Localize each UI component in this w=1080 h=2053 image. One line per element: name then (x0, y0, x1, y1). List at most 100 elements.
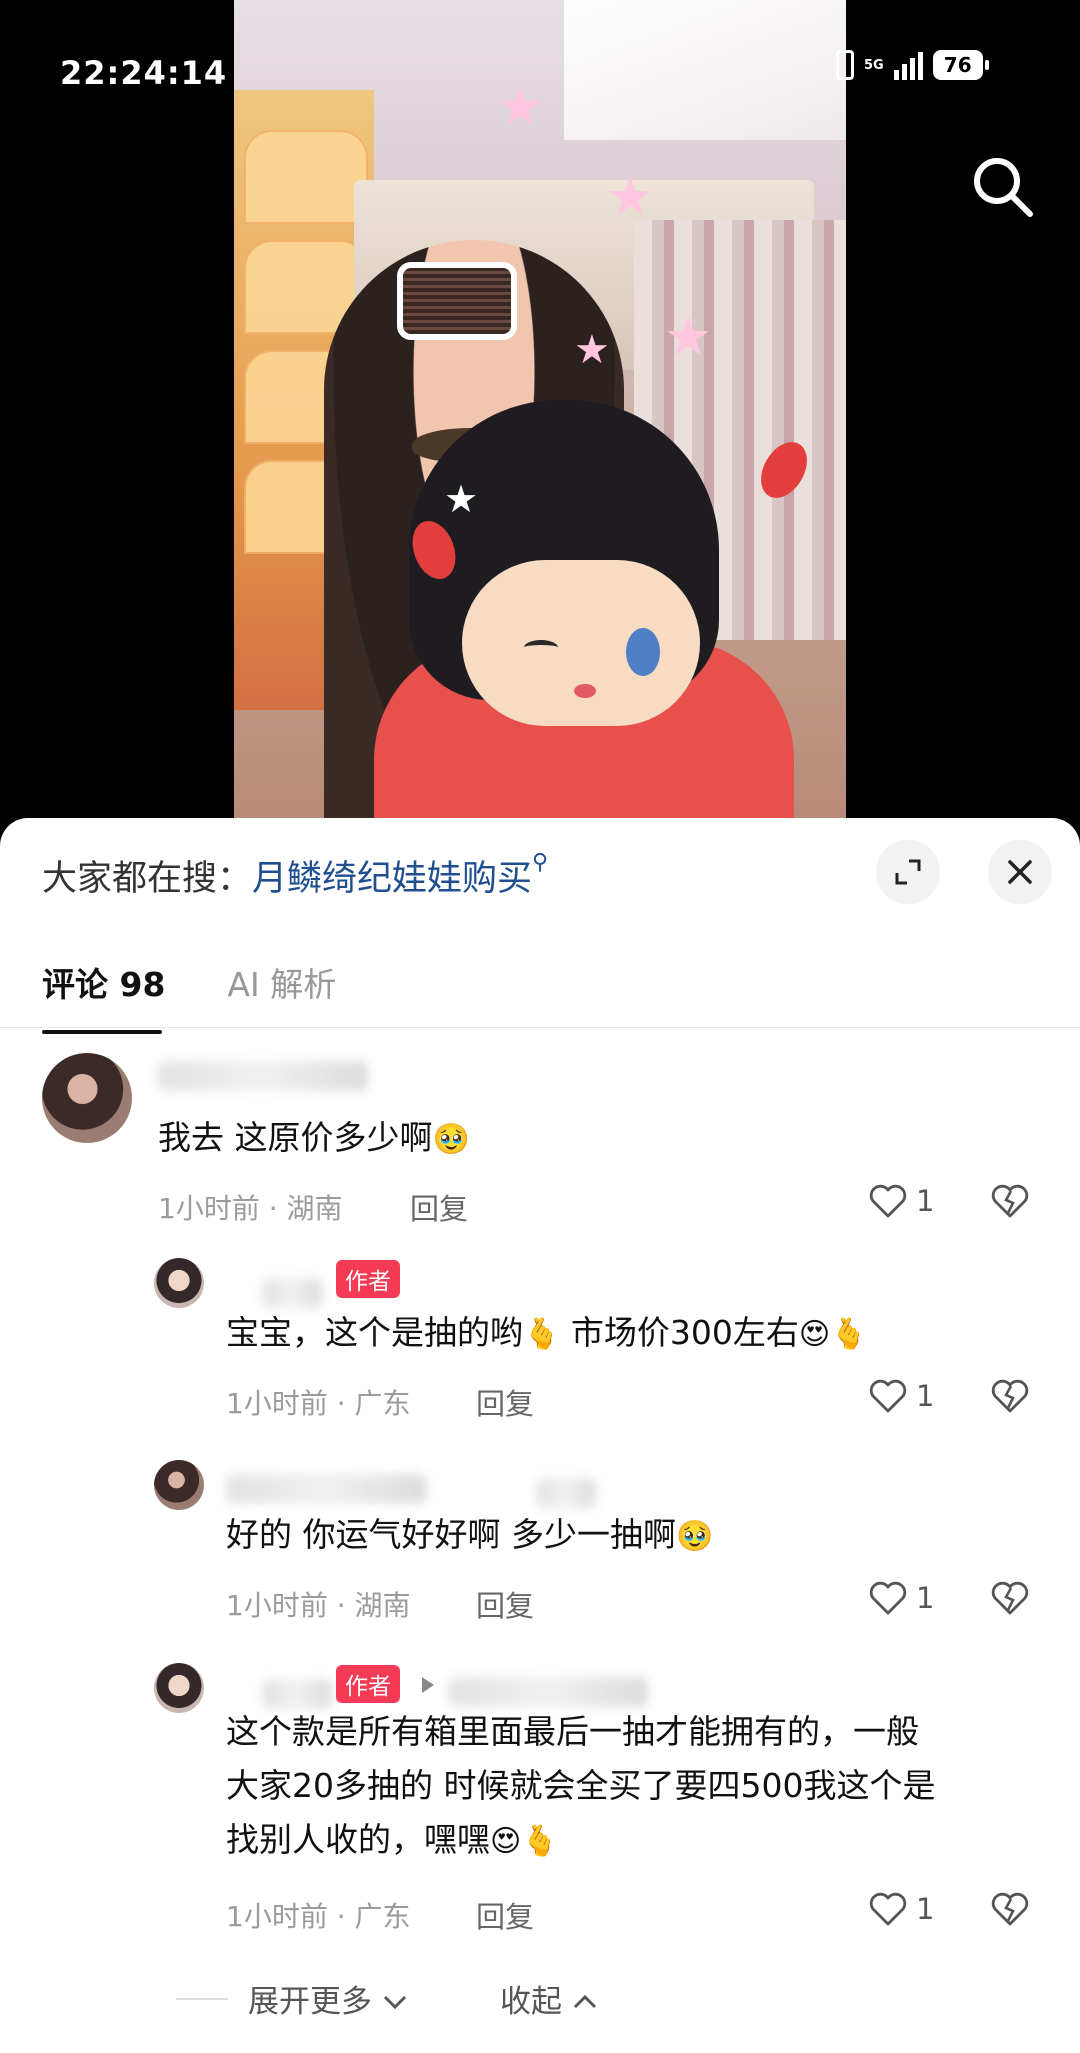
username-blurred[interactable] (262, 1278, 322, 1308)
expand-button[interactable] (876, 840, 940, 904)
expand-more-button[interactable]: 展开更多 (248, 1976, 408, 2021)
heart-icon (869, 1581, 907, 1615)
reply-button[interactable]: 回复 (476, 1381, 534, 1423)
heart-icon (869, 1184, 907, 1218)
status-time: 22:24:14 (60, 54, 228, 92)
battery-indicator: 76 (932, 50, 989, 80)
comment-text-body: 找别人收的，嘿嘿 (226, 1820, 490, 1859)
hot-search-link[interactable]: 月鳞绮纪娃娃购买 (252, 859, 532, 899)
video-doll-mouth (574, 684, 596, 698)
like-button[interactable]: 1 (868, 1891, 934, 1927)
collapse-label: 收起 (500, 1984, 562, 2020)
like-count: 1 (916, 1892, 935, 1926)
tabs-divider (0, 1027, 1080, 1028)
expand-icon (895, 859, 921, 885)
video-frame[interactable]: ★ ★ ★ ★ ★ (234, 0, 846, 820)
username-blurred[interactable] (536, 1478, 596, 1508)
tab-ai-analysis[interactable]: AI 解析 (227, 958, 336, 1034)
video-doll-eye (626, 628, 660, 676)
broken-heart-icon (991, 1581, 1029, 1615)
like-count: 1 (916, 1581, 935, 1615)
comment-text-body: 好的 你运气好好啊 多少一抽啊 (226, 1515, 676, 1554)
username-blurred[interactable] (158, 1061, 368, 1091)
like-button[interactable]: 1 (868, 1580, 934, 1616)
dislike-button[interactable] (990, 1378, 1030, 1418)
reply-button[interactable]: 回复 (476, 1583, 534, 1625)
dislike-button[interactable] (990, 1580, 1030, 1620)
replies-controls: 展开更多 收起 (0, 1976, 1080, 2026)
comment-meta: 1小时前 · 广东 (226, 1387, 411, 1420)
comment-text: 宝宝，这个是抽的哟🫰 市场价300左右😍🫰 (226, 1306, 867, 1362)
comment-text-line: 这个款是所有箱里面最后一抽才能拥有的，一般 (226, 1712, 919, 1751)
chevron-up-icon (573, 1994, 596, 2009)
comment-text-body: 我去 这原价多少啊 (158, 1118, 433, 1157)
broken-heart-icon (991, 1892, 1029, 1926)
avatar[interactable] (154, 1663, 204, 1713)
comment-text-line: 找别人收的，嘿嘿😍🫰 (226, 1813, 559, 1869)
teary-face-emoji-icon: 🥹 (675, 1519, 714, 1554)
video-ceiling (564, 0, 846, 140)
heart-icon (869, 1892, 907, 1926)
network-type: 5G (864, 57, 884, 73)
comment-tabs: 评论 98 AI 解析 (42, 958, 336, 1034)
comment-meta: 1小时前 · 广东 (226, 1900, 411, 1933)
video-doll-eye-wink (524, 640, 558, 655)
like-count: 1 (916, 1184, 935, 1218)
hot-search-prefix: 大家都在搜： (42, 859, 253, 899)
username-blurred[interactable] (448, 1677, 648, 1707)
expand-more-label: 展开更多 (248, 1984, 372, 2020)
video-hair-roller (397, 262, 517, 340)
reply-button[interactable]: 回复 (476, 1894, 534, 1936)
search-icon (974, 158, 1033, 217)
like-button[interactable]: 1 (868, 1183, 934, 1219)
comment-meta: 1小时前 · 湖南 (158, 1192, 343, 1225)
avatar[interactable] (42, 1053, 132, 1143)
dislike-button[interactable] (990, 1183, 1030, 1223)
author-badge: 作者 (336, 1665, 400, 1703)
username-blurred[interactable] (226, 1474, 426, 1504)
search-button[interactable] (968, 152, 1038, 222)
star-sticker-icon: ★ (606, 165, 655, 228)
heart-icon (869, 1379, 907, 1413)
finger-heart-emoji-icon: 🫰 (523, 1317, 561, 1352)
chevron-down-icon (383, 1995, 406, 2010)
author-badge: 作者 (336, 1260, 400, 1298)
comment-text-body-2: 市场价300左右 (560, 1313, 799, 1352)
avatar[interactable] (154, 1258, 204, 1308)
vibrate-icon (836, 50, 854, 80)
star-sticker-icon: ★ (444, 477, 479, 521)
star-sticker-icon: ★ (664, 305, 713, 368)
star-sticker-icon: ★ (574, 327, 610, 373)
search-small-icon: ⚲ (532, 850, 549, 875)
dislike-button[interactable] (990, 1891, 1030, 1931)
like-count: 1 (916, 1379, 935, 1413)
hot-search-bar: 大家都在搜：月鳞绮纪娃娃购买⚲ (42, 850, 548, 901)
comment-meta: 1小时前 · 湖南 (226, 1589, 411, 1622)
comment-text-body: 宝宝，这个是抽的哟 (226, 1313, 523, 1352)
video-doll-face (462, 560, 700, 726)
heart-eyes-emoji-icon: 😍 (490, 1824, 522, 1859)
tab-comments[interactable]: 评论 98 (42, 958, 165, 1034)
reply-arrow-icon (422, 1677, 434, 1693)
replies-divider (176, 1998, 228, 2000)
broken-heart-icon (991, 1184, 1029, 1218)
close-button[interactable] (988, 840, 1052, 904)
collapse-button[interactable]: 收起 (500, 1976, 598, 2021)
close-icon (1008, 860, 1032, 884)
status-icons: 5G 76 (836, 50, 989, 80)
comment-text: 好的 你运气好好啊 多少一抽啊🥹 (226, 1508, 713, 1564)
finger-heart-emoji-icon: 🫰 (830, 1317, 868, 1352)
comment-text: 我去 这原价多少啊🥹 (158, 1111, 470, 1167)
teary-face-emoji-icon: 🥹 (432, 1122, 470, 1157)
heart-eyes-emoji-icon: 😍 (798, 1317, 831, 1352)
comment-text-line: 大家20多抽的 时候就会全买了要四500我这个是 (226, 1766, 936, 1805)
signal-icon (893, 50, 923, 80)
video-player[interactable]: ★ ★ ★ ★ ★ 22:24:14 5G 76 (0, 0, 1080, 820)
reply-button[interactable]: 回复 (410, 1186, 468, 1228)
avatar[interactable] (154, 1460, 204, 1510)
comment-panel: 大家都在搜：月鳞绮纪娃娃购买⚲ 评论 98 AI 解析 我去 这原价多少啊🥹 1… (0, 818, 1080, 2053)
broken-heart-icon (991, 1379, 1029, 1413)
finger-heart-emoji-icon: 🫰 (521, 1824, 559, 1859)
like-button[interactable]: 1 (868, 1378, 934, 1414)
star-sticker-icon: ★ (496, 75, 545, 138)
